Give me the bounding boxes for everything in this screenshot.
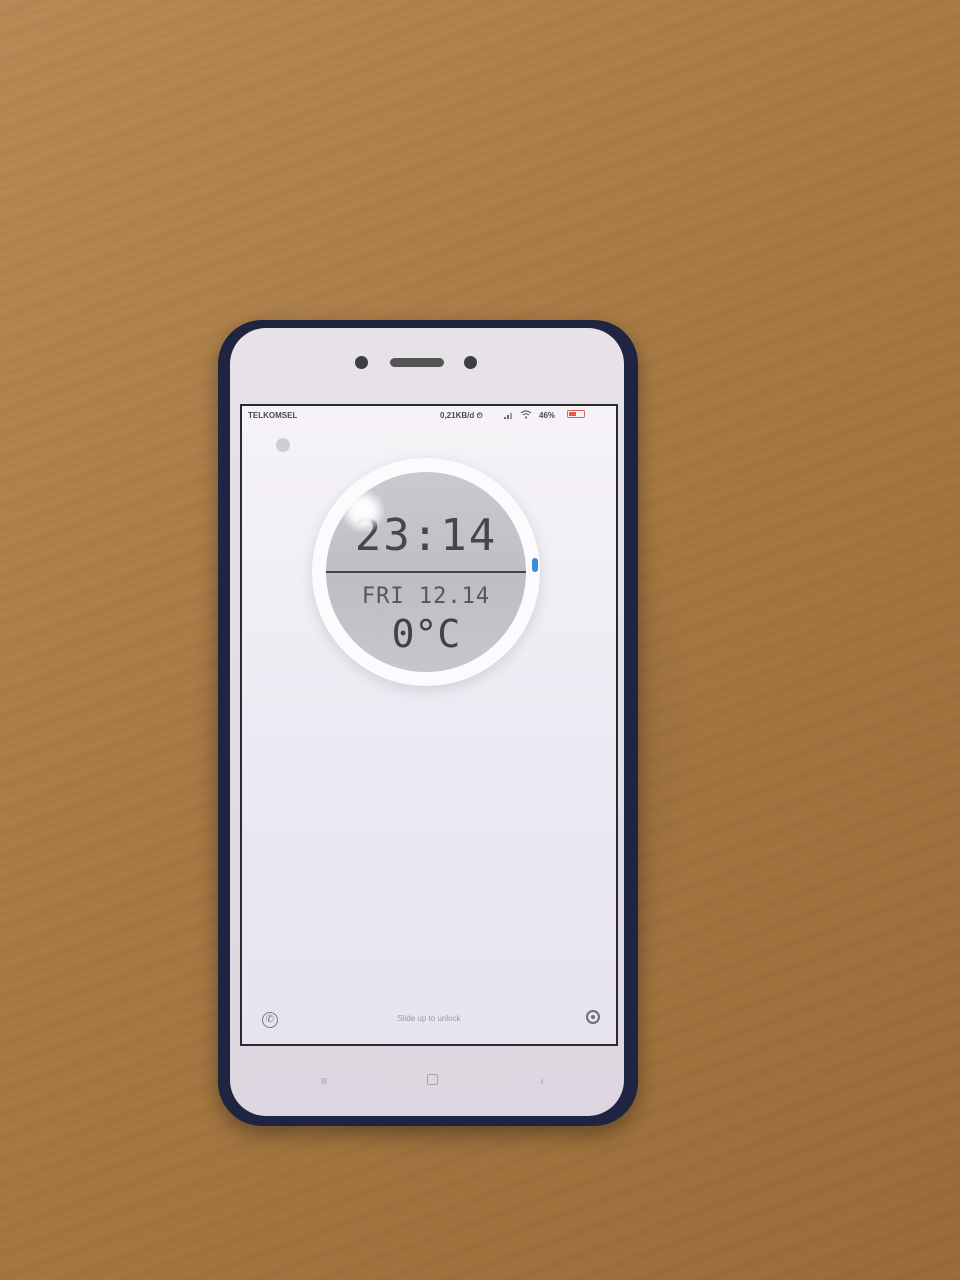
- carrier-name: TELKOMSEL: [248, 411, 298, 420]
- unlock-hint: Slide up to unlock: [397, 1014, 461, 1023]
- back-icon[interactable]: ‹: [532, 1074, 552, 1088]
- battery-percentage: 46%: [539, 411, 556, 420]
- clock-temperature: 0°C: [391, 612, 461, 656]
- clock-widget[interactable]: 23:14 FRI 12.14 0°C: [312, 458, 540, 686]
- light-glare: [340, 488, 386, 534]
- signal-icon: [504, 413, 512, 419]
- front-camera-icon: [355, 356, 368, 369]
- earpiece-speaker: [390, 358, 444, 367]
- home-icon[interactable]: [422, 1074, 442, 1088]
- widget-rotate-handle[interactable]: [532, 558, 538, 572]
- lock-screen[interactable]: TELKOMSEL 0,21KB/d ⏲ 46% 23:14 FRI 12.14…: [240, 404, 618, 1046]
- menu-icon[interactable]: ≡: [314, 1074, 334, 1088]
- clock-divider: [326, 571, 526, 573]
- proximity-sensor-icon: [464, 356, 477, 369]
- settings-icon[interactable]: [276, 438, 290, 452]
- home-square-shape: [426, 1074, 438, 1085]
- camera-icon[interactable]: [586, 1010, 600, 1024]
- network-speed: 0,21KB/d ⏲: [440, 411, 483, 420]
- clock-date: FRI 12.14: [361, 584, 491, 609]
- clock-face: 23:14 FRI 12.14 0°C: [326, 472, 526, 672]
- status-bar: TELKOMSEL 0,21KB/d ⏲ 46%: [242, 406, 616, 424]
- wifi-icon: [520, 410, 532, 419]
- battery-icon: [567, 410, 585, 418]
